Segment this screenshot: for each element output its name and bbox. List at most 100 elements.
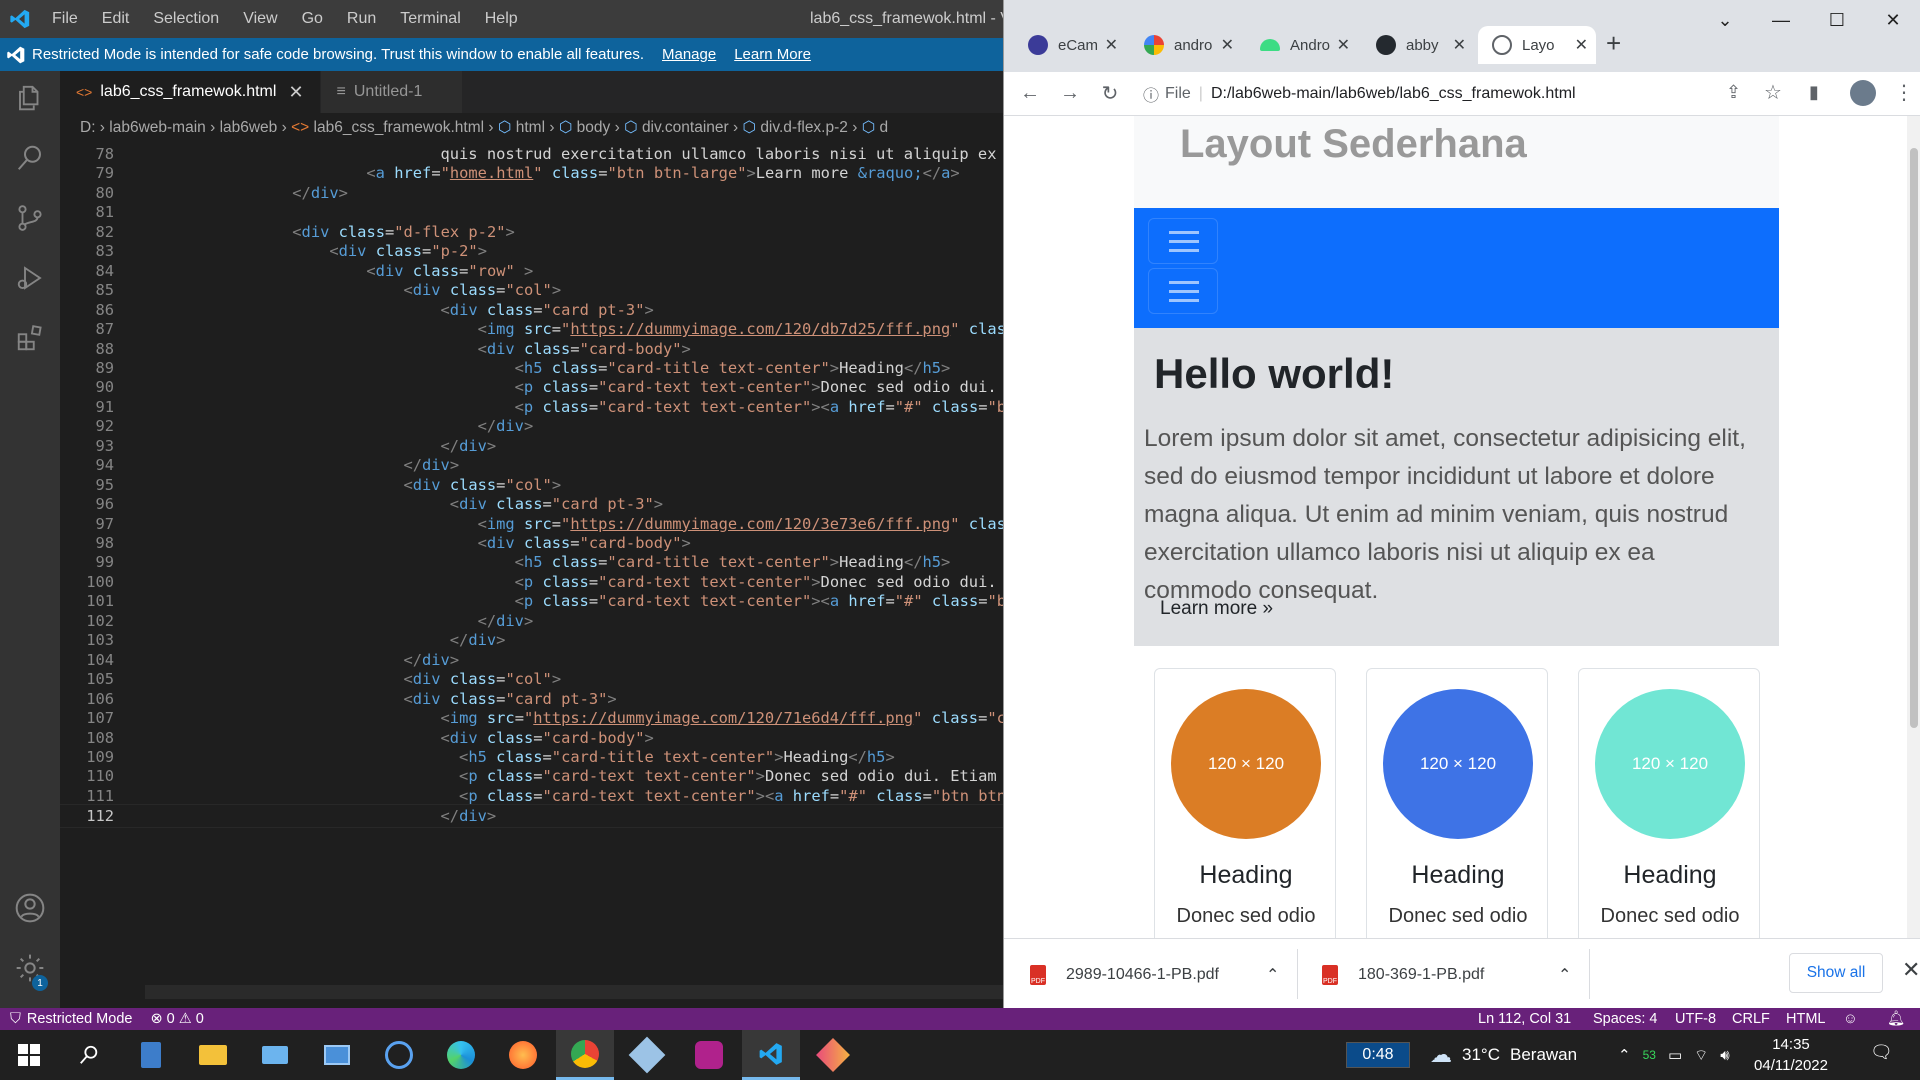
scrollbar-thumb[interactable] [1910, 148, 1918, 728]
banner-manage-link[interactable]: Manage [662, 46, 716, 63]
restricted-mode-indicator[interactable]: ⛉ Restricted Mode [0, 1008, 143, 1030]
app-diamond-icon[interactable] [804, 1030, 862, 1080]
breadcrumb-symbol[interactable]: body [577, 119, 611, 136]
action-center-icon[interactable]: 🗨︎ [1870, 1042, 1893, 1063]
more-menu-icon[interactable]: ⋮ [1894, 80, 1914, 105]
learn-more-link[interactable]: Learn more » [1160, 598, 1273, 620]
breadcrumb-file[interactable]: lab6_css_framewok.html [314, 119, 485, 136]
share-icon[interactable]: ⇪ [1726, 82, 1741, 103]
explorer-icon[interactable] [0, 71, 60, 125]
breadcrumb-folder[interactable]: lab6web [220, 119, 278, 136]
close-tab-icon[interactable]: ✕ [1337, 35, 1350, 55]
indentation[interactable]: Spaces: 4 [1593, 1008, 1658, 1030]
remote-desktop-icon[interactable] [246, 1030, 304, 1080]
breadcrumb-folder[interactable]: lab6web-main [109, 119, 206, 136]
browser-tab-google[interactable]: andro ✕ [1130, 26, 1242, 64]
chrome-icon[interactable] [556, 1030, 614, 1080]
bookmark-star-icon[interactable]: ☆ [1764, 80, 1782, 105]
new-tab-plus-icon[interactable]: + [1606, 28, 1621, 59]
menu-edit[interactable]: Edit [90, 0, 142, 38]
menu-terminal[interactable]: Terminal [388, 0, 472, 38]
close-tab-icon[interactable]: ✕ [288, 82, 303, 103]
breadcrumb-symbol[interactable]: div.container [642, 119, 729, 136]
back-arrow-icon[interactable]: ← [1010, 82, 1050, 105]
tab-untitled[interactable]: ≡ Untitled-1 [320, 71, 464, 113]
breadcrumb-symbol[interactable]: html [516, 119, 545, 136]
banner-learn-more-link[interactable]: Learn More [734, 46, 811, 63]
tray-badge[interactable]: 53 [1643, 1048, 1656, 1062]
hamburger-menu-icon[interactable] [1148, 218, 1218, 264]
wifi-icon[interactable]: ⌔ [1694, 1046, 1708, 1065]
show-all-downloads-button[interactable]: Show all [1789, 953, 1883, 993]
chevron-up-icon[interactable]: ⌃ [1266, 965, 1279, 985]
vscode-taskbar-icon[interactable] [742, 1030, 800, 1080]
download-item[interactable]: PDF 2989-10466-1-PB.pdf ⌃ [1030, 955, 1279, 995]
menu-file[interactable]: File [40, 0, 90, 38]
firefox-icon[interactable] [494, 1030, 552, 1080]
file-explorer-icon[interactable] [184, 1030, 242, 1080]
encoding[interactable]: UTF-8 [1675, 1008, 1716, 1030]
page-vertical-scrollbar[interactable] [1907, 116, 1920, 938]
maximize-icon[interactable]: ☐ [1809, 0, 1865, 40]
extensions-icon[interactable] [0, 311, 60, 365]
menu-help[interactable]: Help [473, 0, 530, 38]
minimize-icon[interactable]: — [1753, 0, 1809, 40]
line-number[interactable]: 112 [60, 805, 114, 829]
search-icon[interactable] [0, 131, 60, 185]
notifications-bell-icon[interactable]: 🔔︎ [1887, 1008, 1905, 1030]
edge-icon[interactable] [432, 1030, 490, 1080]
chevron-up-icon[interactable]: ⌃ [1618, 1046, 1631, 1064]
menu-view[interactable]: View [231, 0, 289, 38]
forward-arrow-icon[interactable]: → [1050, 82, 1090, 105]
side-panel-icon[interactable]: ▮ [1809, 82, 1819, 103]
timer-widget[interactable]: 0:48 [1346, 1042, 1410, 1068]
chevron-up-icon[interactable]: ⌃ [1558, 965, 1571, 985]
search-icon[interactable] [60, 1030, 118, 1080]
clock[interactable]: 14:35 04/11/2022 [1736, 1034, 1846, 1076]
browser-tab-android[interactable]: Andro ✕ [1246, 26, 1358, 64]
tab-search-chevron-icon[interactable]: ⌄ [1697, 0, 1753, 40]
menu-selection[interactable]: Selection [141, 0, 231, 38]
moon-app-icon[interactable] [370, 1030, 428, 1080]
close-tab-icon[interactable]: ✕ [1105, 35, 1118, 55]
control-panel-icon[interactable] [308, 1030, 366, 1080]
battery-icon[interactable]: ▭ [1668, 1046, 1682, 1064]
end-of-line[interactable]: CRLF [1732, 1008, 1770, 1030]
calculator-icon[interactable] [122, 1030, 180, 1080]
close-tab-icon[interactable]: ✕ [1575, 35, 1588, 55]
close-downloads-icon[interactable]: ✕ [1902, 957, 1920, 983]
address-bar[interactable]: ⓘ File | D:/lab6web-main/lab6web/lab6_cs… [1143, 78, 1767, 110]
language-mode[interactable]: HTML [1786, 1008, 1825, 1030]
menu-run[interactable]: Run [335, 0, 388, 38]
manage-gear-icon[interactable]: 1 [0, 941, 60, 995]
volume-icon[interactable]: 🔊︎ [1720, 1047, 1729, 1064]
download-item[interactable]: PDF 180-369-1-PB.pdf ⌃ [1322, 955, 1571, 995]
reload-icon[interactable]: ↻ [1090, 81, 1130, 106]
code-line[interactable]: 112 </div> [60, 804, 1003, 829]
close-tab-icon[interactable]: ✕ [1453, 35, 1466, 55]
feedback-icon[interactable]: ☺ [1843, 1008, 1858, 1030]
tab-lab6-html[interactable]: <> lab6_css_framewok.html ✕ [60, 71, 321, 113]
problems-indicator[interactable]: ⊗ 0 ⚠ 0 [150, 1011, 203, 1027]
info-icon[interactable]: ⓘ [1143, 82, 1159, 106]
breadcrumb-symbol[interactable]: div.d-flex.p-2 [760, 119, 848, 136]
app-infinity-icon[interactable] [680, 1030, 738, 1080]
close-tab-icon[interactable]: ✕ [1221, 35, 1234, 55]
browser-tab-layout[interactable]: Layo ✕ [1478, 26, 1596, 64]
source-control-icon[interactable] [0, 191, 60, 245]
virtualbox-icon[interactable] [618, 1030, 676, 1080]
breadcrumb-symbol[interactable]: d [880, 119, 889, 136]
code-editor[interactable]: 78 quis nostrud exercitation ullamco lab… [60, 143, 1003, 985]
editor-horizontal-scrollbar[interactable] [145, 985, 1003, 999]
hamburger-menu-icon[interactable] [1148, 268, 1218, 314]
breadcrumb-drive[interactable]: D: [80, 119, 96, 136]
browser-tab-ecampus[interactable]: eCam ✕ [1014, 26, 1126, 64]
weather-widget[interactable]: ☁ 31°C Berawan [1430, 1030, 1577, 1080]
menu-go[interactable]: Go [290, 0, 335, 38]
windows-start-icon[interactable] [0, 1030, 58, 1080]
close-window-icon[interactable]: ✕ [1865, 0, 1920, 40]
account-icon[interactable] [0, 881, 60, 935]
cursor-position[interactable]: Ln 112, Col 31 [1478, 1008, 1571, 1030]
profile-avatar[interactable] [1850, 80, 1876, 106]
run-debug-icon[interactable] [0, 251, 60, 305]
